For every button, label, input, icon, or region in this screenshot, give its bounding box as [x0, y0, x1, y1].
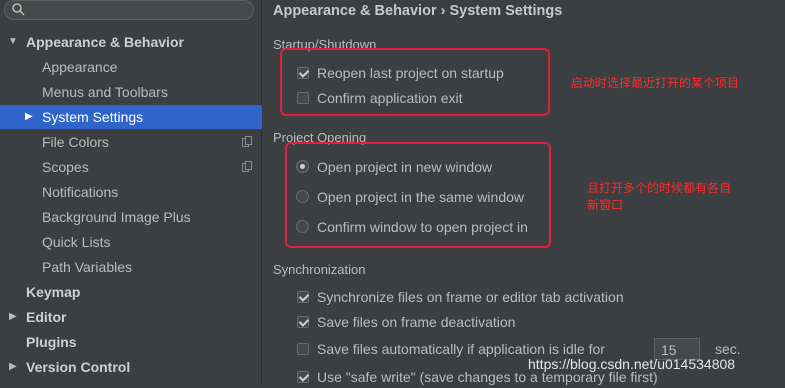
checkbox-unchecked[interactable] — [297, 92, 309, 104]
sidebar-item-label: Menus and Toolbars — [42, 84, 168, 100]
checkbox-label: Reopen last project on startup — [317, 65, 504, 81]
checkbox-checked[interactable] — [297, 316, 309, 328]
breadcrumb-parent[interactable]: Appearance & Behavior — [273, 3, 437, 19]
settings-sidebar: ▼ Appearance & Behavior Appearance Menus… — [0, 0, 262, 384]
confirm-exit-checkbox[interactable]: Confirm application exit — [297, 87, 463, 109]
sidebar-item-label: Plugins — [26, 334, 77, 350]
sidebar-item-notifications[interactable]: Notifications — [0, 180, 262, 204]
sidebar-item-label: File Colors — [42, 134, 109, 150]
expanded-arrow-icon[interactable]: ▼ — [8, 30, 20, 54]
sidebar-item-background-image-plus[interactable]: Background Image Plus — [0, 205, 262, 229]
sidebar-item-label: System Settings — [42, 109, 144, 125]
sync-section-title: Synchronization — [273, 262, 366, 277]
checkbox-checked[interactable] — [297, 371, 309, 383]
open-new-window-radio[interactable]: Open project in new window — [296, 156, 493, 178]
collapsed-arrow-icon[interactable]: ▶ — [9, 305, 21, 329]
sidebar-item-label: Background Image Plus — [42, 209, 191, 225]
sidebar-item-appearance[interactable]: Appearance — [0, 55, 262, 79]
sidebar-item-label: Editor — [26, 309, 67, 325]
checkbox-label: Save files on frame deactivation — [317, 314, 516, 330]
checkbox-label: Confirm application exit — [317, 90, 463, 106]
sidebar-item-label: Appearance — [42, 59, 118, 75]
radio-label: Confirm window to open project in — [317, 219, 528, 235]
sidebar-item-label: Version Control — [26, 359, 131, 375]
checkbox-checked[interactable] — [297, 67, 309, 79]
sidebar-item-system-settings[interactable]: ▶ System Settings — [0, 105, 262, 129]
breadcrumb-separator: › — [440, 3, 446, 19]
checkbox-label: Save files automatically if application … — [317, 341, 605, 357]
note-line: 且打开多个的时候都有各自 — [587, 181, 732, 195]
sidebar-item-path-variables[interactable]: Path Variables — [0, 255, 262, 279]
open-same-window-radio[interactable]: Open project in the same window — [296, 186, 524, 208]
radio-unselected[interactable] — [296, 220, 309, 233]
save-on-deactivation-checkbox[interactable]: Save files on frame deactivation — [297, 311, 516, 333]
sidebar-item-label: Scopes — [42, 159, 89, 175]
sidebar-item-file-colors[interactable]: File Colors — [0, 130, 262, 154]
breadcrumb: Appearance & Behavior › System Settings — [273, 3, 562, 19]
checkbox-checked[interactable] — [297, 291, 309, 303]
project-scope-icon — [242, 161, 252, 172]
sidebar-item-menus-toolbars[interactable]: Menus and Toolbars — [0, 80, 262, 104]
watermark-url: https://blog.csdn.net/u014534808 — [528, 356, 736, 372]
collapsed-arrow-icon[interactable]: ▶ — [25, 105, 37, 129]
annotation-note-project-opening: 且打开多个的时候都有各自 新窗口 — [587, 180, 731, 214]
collapsed-arrow-icon[interactable]: ▶ — [9, 355, 21, 379]
confirm-window-radio[interactable]: Confirm window to open project in — [296, 216, 528, 238]
sidebar-item-label: Keymap — [26, 284, 81, 300]
sidebar-item-version-control[interactable]: ▶ Version Control — [0, 355, 262, 379]
note-line: 新窗口 — [587, 198, 624, 212]
search-icon — [12, 3, 25, 16]
sidebar-item-appearance-behavior[interactable]: ▼ Appearance & Behavior — [0, 30, 262, 54]
sidebar-item-label: Quick Lists — [42, 234, 111, 250]
sidebar-item-quick-lists[interactable]: Quick Lists — [0, 230, 262, 254]
sidebar-item-keymap[interactable]: Keymap — [0, 280, 262, 304]
radio-unselected[interactable] — [296, 190, 309, 203]
sidebar-item-label: Path Variables — [42, 259, 133, 275]
search-field[interactable] — [4, 0, 254, 20]
sidebar-item-label: Appearance & Behavior — [26, 34, 184, 50]
reopen-last-project-checkbox[interactable]: Reopen last project on startup — [297, 62, 504, 84]
breadcrumb-current: System Settings — [449, 3, 563, 19]
sidebar-item-plugins[interactable]: Plugins — [0, 330, 262, 354]
settings-content: Appearance & Behavior › System Settings … — [262, 0, 785, 385]
sync-on-activation-checkbox[interactable]: Synchronize files on frame or editor tab… — [297, 286, 624, 308]
radio-selected[interactable] — [296, 160, 309, 173]
checkbox-unchecked[interactable] — [297, 343, 309, 355]
checkbox-label: Synchronize files on frame or editor tab… — [317, 289, 624, 305]
radio-label: Open project in new window — [317, 159, 493, 175]
radio-label: Open project in the same window — [317, 189, 524, 205]
sidebar-item-label: Notifications — [42, 184, 119, 200]
sidebar-item-editor[interactable]: ▶ Editor — [0, 305, 262, 329]
sidebar-item-scopes[interactable]: Scopes — [0, 155, 262, 179]
project-scope-icon — [242, 136, 252, 147]
annotation-note-startup: 启动时选择最近打开的某个项目 — [571, 76, 740, 90]
